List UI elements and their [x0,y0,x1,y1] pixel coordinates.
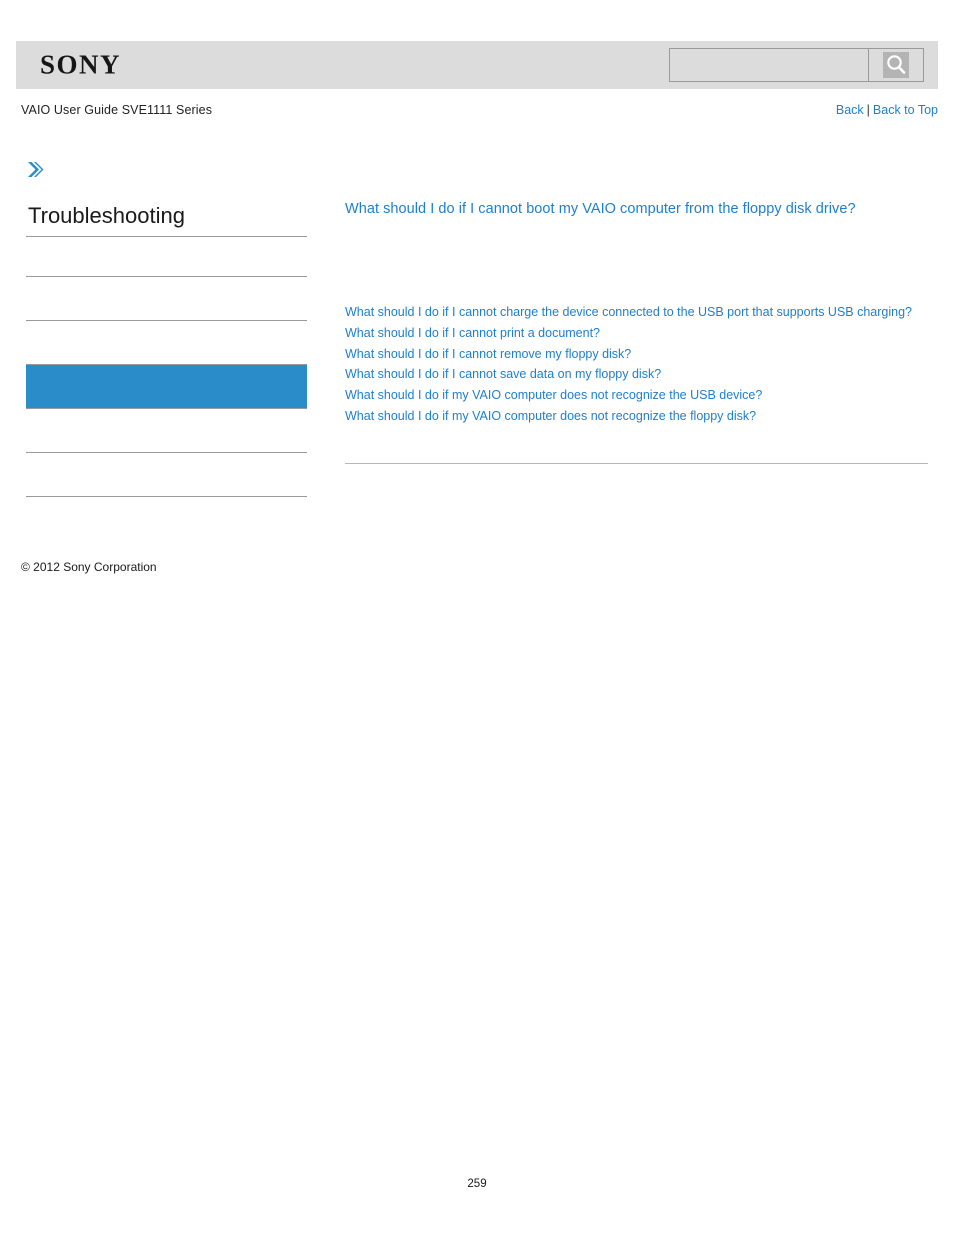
sidebar-item-label [26,409,307,421]
back-link[interactable]: Back [836,103,864,117]
search-icon [883,52,909,78]
page-title: What should I do if I cannot boot my VAI… [345,201,856,217]
search-button[interactable] [868,49,923,81]
list-item: What should I do if my VAIO computer doe… [345,385,928,405]
document-title: VAIO User Guide SVE1111 Series [21,103,213,117]
list-item: What should I do if I cannot charge the … [345,302,928,322]
page-number: 259 [467,1178,487,1190]
double-chevron-right-icon [26,158,46,182]
copyright-text: © 2012 Sony Corporation [21,560,157,574]
sidebar-item-label [26,277,307,289]
related-link[interactable]: What should I do if I cannot print a doc… [345,323,928,343]
sidebar-item-active[interactable] [26,365,307,410]
related-link[interactable]: What should I do if I cannot remove my f… [345,344,928,364]
sidebar: Troubleshooting [26,158,307,498]
nav-separator: | [866,103,870,117]
sony-logo: SONY [40,49,122,80]
content-divider [345,463,928,464]
header-bar: SONY [16,41,938,89]
related-links-list: What should I do if I cannot charge the … [345,302,928,427]
sidebar-item-5[interactable] [26,409,307,454]
list-item: What should I do if my VAIO computer doe… [345,406,928,426]
related-link[interactable]: What should I do if I cannot charge the … [345,302,928,322]
list-item: What should I do if I cannot print a doc… [345,323,928,343]
related-link[interactable]: What should I do if my VAIO computer doe… [345,406,928,426]
related-link[interactable]: What should I do if my VAIO computer doe… [345,385,928,405]
sidebar-item-6[interactable] [26,453,307,498]
header-nav-links: Back | Back to Top [836,103,938,117]
list-item: What should I do if I cannot remove my f… [345,344,928,364]
back-to-top-link[interactable]: Back to Top [873,103,938,117]
search-box[interactable] [669,48,924,82]
sidebar-item-label [26,453,307,465]
sidebar-item-label [26,365,307,377]
sidebar-title: Troubleshooting [26,203,307,238]
sidebar-item-label [26,321,307,333]
sidebar-item-1[interactable] [26,237,307,278]
related-link[interactable]: What should I do if I cannot save data o… [345,364,928,384]
sidebar-item-2[interactable] [26,277,307,322]
search-input[interactable] [670,49,868,81]
main-content: What should I do if I cannot boot my VAI… [345,199,928,464]
sidebar-item-3[interactable] [26,321,307,366]
list-item: What should I do if I cannot save data o… [345,364,928,384]
sidebar-item-label [26,237,307,249]
